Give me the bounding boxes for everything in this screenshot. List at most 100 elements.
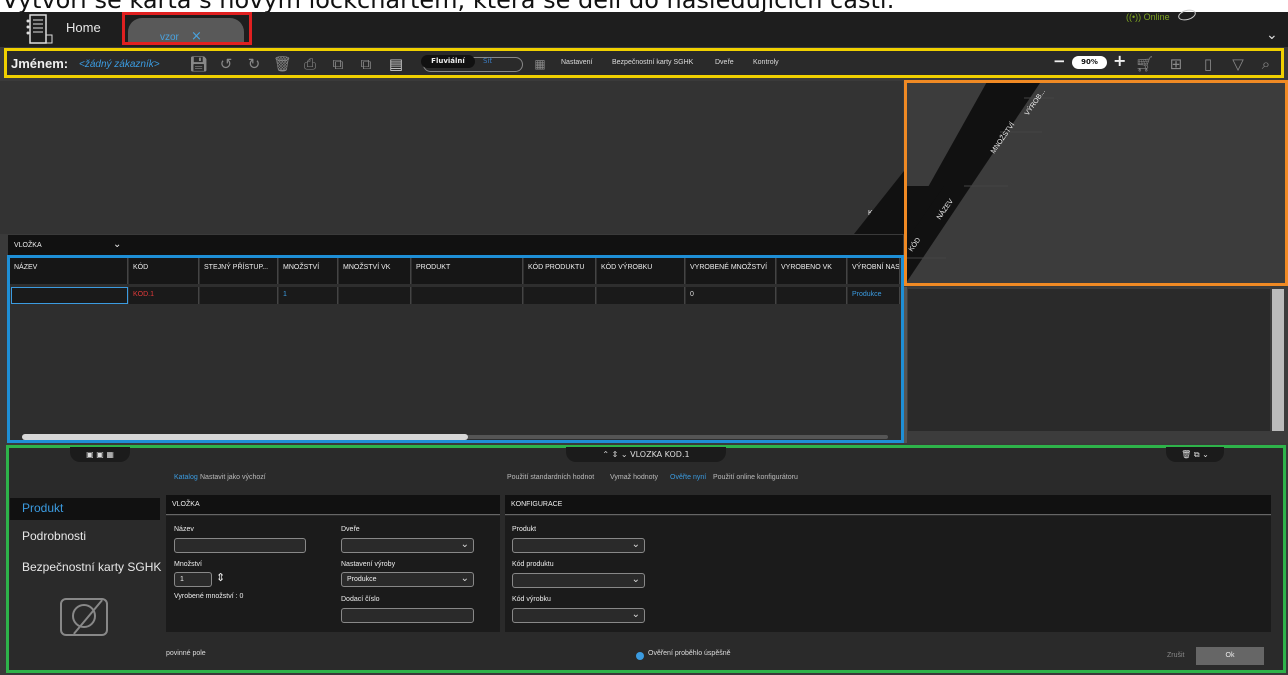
col-header-kod-vyrobku[interactable]: KÓD VÝROBKU [597, 258, 685, 284]
sidebar-item-produkt[interactable]: Produkt [10, 498, 160, 520]
cylinder-type-selector[interactable]: VLOŽKA [14, 242, 42, 249]
section-vlozka-header: VLOŽKA [166, 495, 500, 515]
cart-icon[interactable]: 🛒︎ [1135, 55, 1154, 73]
select-kod-produktu[interactable]: ⌄ [512, 573, 645, 588]
col-header-produkt[interactable]: PRODUKT [412, 258, 523, 284]
label-produkt: Produkt [512, 526, 537, 533]
cell-produkt[interactable] [412, 287, 523, 304]
print-icon[interactable]: ⎙ [301, 55, 319, 73]
toggle-sit[interactable]: Síť [483, 55, 492, 68]
search-icon[interactable]: ⌕ [1257, 55, 1275, 73]
home-tab[interactable]: Home [66, 20, 101, 35]
select-nastaveni-vyroby[interactable]: Produkce ⌄ [341, 572, 474, 587]
scrollbar-thumb[interactable] [22, 434, 468, 440]
cancel-button[interactable]: Zrušit [1167, 652, 1185, 659]
validation-status: Ověření proběhlo úspěšně [648, 650, 731, 657]
link-katalog[interactable]: Katalog [174, 474, 198, 481]
link-vymaz-hodnoty[interactable]: Vymaž hodnoty [610, 474, 658, 481]
vertical-scrollbar[interactable] [1272, 289, 1284, 431]
select-kod-vyrobku[interactable]: ⌄ [512, 608, 645, 623]
cell-kod[interactable]: KOD.1 [129, 287, 199, 304]
chevron-down-icon[interactable]: ⌄ [461, 573, 469, 584]
input-mnozstvi[interactable]: 1 [174, 572, 212, 587]
label-dodaci-cislo: Dodací číslo [341, 596, 380, 603]
label-nastaveni-vyroby: Nastavení výroby [341, 561, 396, 568]
cell-vyrobni[interactable]: Produkce [848, 287, 900, 304]
zoom-level: 90% [1072, 56, 1107, 69]
ok-button[interactable]: Ok [1196, 647, 1264, 665]
col-header-mnozstvi-vk[interactable]: MNOŽSTVÍ VK [339, 258, 411, 284]
chevron-down-icon[interactable]: ⌄ [632, 539, 640, 550]
vyrobene-mnozstvi: Vyrobené množství : 0 [174, 593, 244, 600]
cell-mnozstvi[interactable]: 1 [279, 287, 338, 304]
lockchart-app-icon[interactable] [22, 13, 56, 47]
undo-icon[interactable]: ↺ [217, 55, 235, 73]
col-header-stejny[interactable]: STEJNÝ PŘÍSTUP... [200, 258, 278, 284]
chevron-down-icon[interactable]: ⌄ [632, 609, 640, 620]
cell-vyrobeno-vk[interactable] [777, 287, 847, 304]
cell-kod-vyrobku[interactable] [597, 287, 685, 304]
selection-handle[interactable]: ⌃ ⇕ ⌄ VLOZKA KOD.1 [566, 447, 726, 462]
col-header-kod-produktu[interactable]: KÓD PRODUKTU [524, 258, 596, 284]
check-icon [636, 652, 644, 660]
link-nastavit-vychozi[interactable]: Nastavit jako výchozí [200, 474, 266, 481]
cell-kod-produktu[interactable] [524, 287, 596, 304]
col-header-nazev[interactable]: NÁZEV [10, 258, 128, 284]
online-status: ((•)) Online [1126, 12, 1170, 22]
col-header-vyrobeno-vk[interactable]: VYROBENO VK [777, 258, 847, 284]
toolbar-link-nastaveni[interactable]: Nastavení [561, 59, 593, 66]
calculator-icon[interactable]: ▯ [1199, 55, 1217, 73]
col-header-vyrobene[interactable]: VYROBENÉ MNOŽSTVÍ [686, 258, 776, 284]
cell-stejny[interactable] [200, 287, 278, 304]
chevron-down-icon[interactable]: ⌄ [113, 239, 121, 250]
zoom-in-button[interactable]: + [1113, 51, 1126, 70]
chevron-up-icon[interactable]: ⌃ [602, 450, 609, 459]
toolbar-link-sghk[interactable]: Bezpečnostní karty SGHK [612, 59, 693, 66]
toolbar-link-dvere[interactable]: Dveře [715, 59, 734, 66]
trash-icon[interactable]: 🗑︎ [273, 55, 292, 73]
export-icon[interactable]: ▤ [387, 55, 405, 73]
label-mnozstvi: Množství [174, 561, 203, 568]
input-nazev[interactable] [174, 538, 306, 553]
link-overte-nyni[interactable]: Ověřte nyní [670, 474, 706, 481]
cell-mnozstvi-vk[interactable] [339, 287, 411, 304]
matrix-area[interactable] [908, 289, 1270, 431]
chevron-down-icon[interactable]: ⌄ [632, 574, 640, 585]
redo-icon[interactable]: ↻ [245, 55, 263, 73]
input-dodaci-cislo[interactable] [341, 608, 474, 623]
select-produkt[interactable]: ⌄ [512, 538, 645, 553]
col-header-vyrobni[interactable]: VÝROBNÍ NAS [848, 258, 900, 284]
filter-icon[interactable]: ▽ [1229, 55, 1247, 73]
sidebar-item-podrobnosti[interactable]: Podrobnosti [22, 529, 86, 543]
toggle-fluvialni[interactable]: Fluviální [421, 55, 475, 68]
add-door-icon[interactable]: ⊞ [1167, 55, 1185, 73]
panel-actions-handle[interactable]: 🗑︎ ⧉ ⌄ [1166, 447, 1224, 462]
zoom-out-button[interactable]: − [1053, 52, 1066, 70]
select-dvere[interactable]: ⌄ [341, 538, 474, 553]
view-mode-handle[interactable]: ▣ ▣ ▦ [70, 447, 130, 462]
save-icon[interactable]: 💾︎ [189, 55, 208, 73]
cell-nazev[interactable] [11, 287, 128, 304]
toolbar-link-kontroly[interactable]: Kontroly [753, 59, 779, 66]
cell-vyrobene[interactable]: 0 [686, 287, 776, 304]
customer-label: Jménem: [11, 56, 69, 71]
customer-selector[interactable]: <žádný zákazník> [79, 59, 160, 70]
required-fields-note: povinné pole [166, 650, 206, 657]
caption-text: Vytvoří se karta s novým lockchartem, kt… [2, 0, 895, 12]
chevron-down-icon[interactable]: ⌄ [1266, 27, 1278, 43]
paste-icon[interactable]: ⧉ [357, 55, 375, 73]
chevron-down-icon[interactable]: ⌄ [461, 539, 469, 550]
sidebar-item-sghk[interactable]: Bezpečnostní karty SGHK [22, 560, 161, 574]
col-header-kod[interactable]: KÓD [129, 258, 199, 284]
selected-item: VLOZKA KOD.1 [630, 450, 690, 459]
link-online-konfigurator[interactable]: Použití online konfigurátoru [713, 474, 798, 481]
diagonal-headers: KÓD NÁZEV MNOŽSTVÍ VÝROB... [907, 83, 1054, 282]
col-header-mnozstvi[interactable]: MNOŽSTVÍ [279, 258, 338, 284]
app-window: Vytvoří se karta s novým lockchartem, kt… [0, 0, 1288, 675]
stepper-icon[interactable]: ⇕ [216, 571, 225, 584]
grid-icon[interactable]: ▦ [531, 55, 549, 73]
label-nazev: Název [174, 526, 194, 533]
link-standardni-hodnoty[interactable]: Použití standardních hodnot [507, 474, 594, 481]
copy-icon[interactable]: ⧉ [329, 55, 347, 73]
cylinder-type-bar [8, 235, 903, 256]
